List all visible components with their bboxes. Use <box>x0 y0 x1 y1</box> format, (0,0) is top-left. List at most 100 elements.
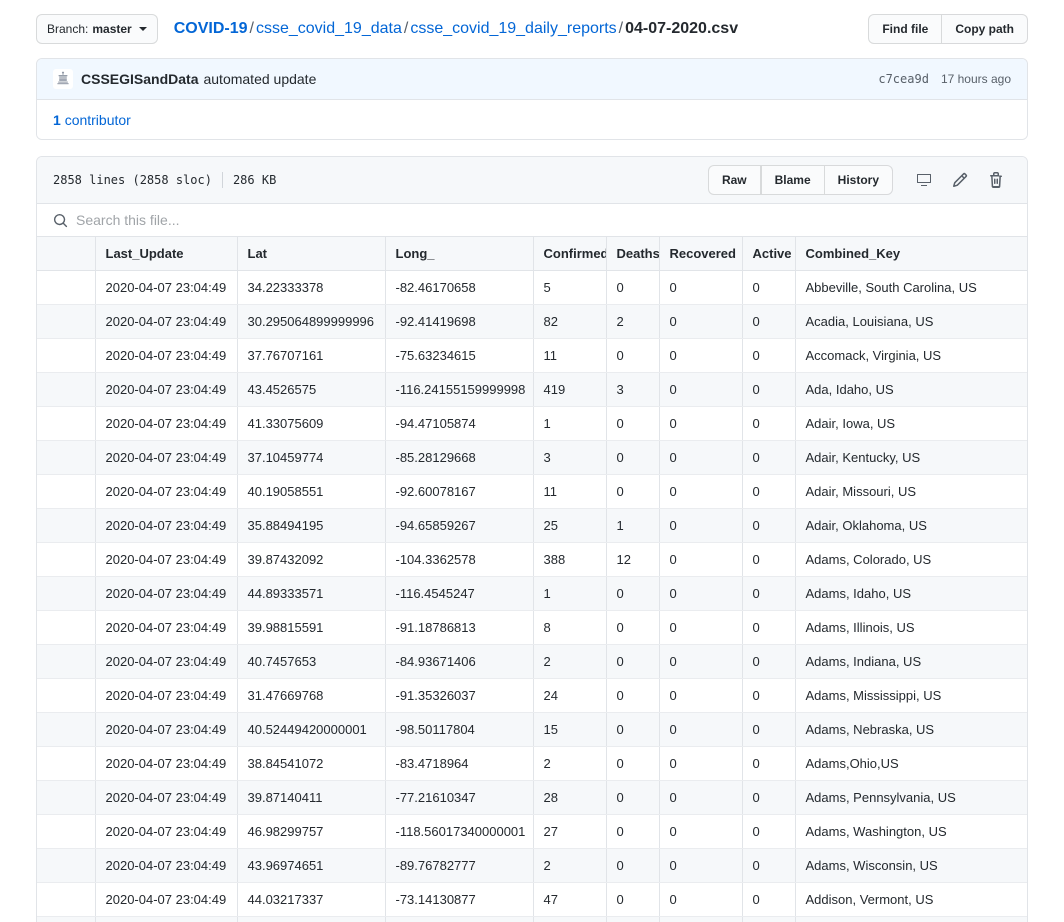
cell-recovered: 0 <box>659 747 742 781</box>
cell-combined-key: Adams, Idaho, US <box>795 577 1027 611</box>
breadcrumb: COVID-19/csse_covid_19_data/csse_covid_1… <box>174 17 869 41</box>
cell-deaths: 0 <box>606 815 659 849</box>
commit-message[interactable]: automated update <box>203 71 316 87</box>
cell-recovered: 0 <box>659 509 742 543</box>
cell-lat: 37.10459774 <box>237 441 385 475</box>
table-row: 2020-04-07 23:04:4943.96974651-89.767827… <box>37 849 1027 883</box>
cell-last-update: 2020-04-07 23:04:49 <box>95 475 237 509</box>
cell-confirmed: 1 <box>533 407 606 441</box>
blame-button[interactable]: Blame <box>761 165 825 195</box>
cell-recovered: 0 <box>659 577 742 611</box>
cell-combined-key: Adams, Mississippi, US <box>795 679 1027 713</box>
history-button[interactable]: History <box>825 165 893 195</box>
breadcrumb-filename: 04-07-2020.csv <box>625 20 738 37</box>
cell-lat: 33.54338026 <box>237 917 385 922</box>
cell-deaths: 0 <box>606 849 659 883</box>
column-header-active[interactable]: Active <box>742 237 795 271</box>
cell-lat: 39.87432092 <box>237 543 385 577</box>
commit-timestamp: 17 hours ago <box>941 72 1011 86</box>
chevron-down-icon <box>139 27 147 31</box>
cell-lat: 38.84541072 <box>237 747 385 781</box>
branch-selector-button[interactable]: Branch: master <box>36 14 158 44</box>
cell-lat: 46.98299757 <box>237 815 385 849</box>
csv-table: Last_Update Lat Long_ Confirmed Deaths R… <box>37 237 1027 922</box>
contributors-row: 1 contributor <box>37 99 1027 139</box>
cell-last-update: 2020-04-07 23:04:49 <box>95 815 237 849</box>
file-size: 286 KB <box>233 173 276 187</box>
commit-author-link[interactable]: CSSEGISandData <box>81 71 198 87</box>
cell-active: 0 <box>742 747 795 781</box>
commit-sha-link[interactable]: c7cea9d <box>878 72 929 86</box>
cell-recovered: 0 <box>659 815 742 849</box>
table-row: 2020-04-07 23:04:4937.76707161-75.632346… <box>37 339 1027 373</box>
column-header-combined-key[interactable]: Combined_Key <box>795 237 1027 271</box>
cell-active: 0 <box>742 373 795 407</box>
find-file-button[interactable]: Find file <box>868 14 942 44</box>
file-stats: 2858 lines (2858 sloc) 286 KB <box>53 172 276 188</box>
cell-lat: 39.87140411 <box>237 781 385 815</box>
cell-long: -104.3362578 <box>385 543 533 577</box>
cell-long: -84.93671406 <box>385 645 533 679</box>
column-header-last-update[interactable]: Last_Update <box>95 237 237 271</box>
cell-blank <box>37 543 95 577</box>
cell-long: -75.63234615 <box>385 339 533 373</box>
column-header-lat[interactable]: Lat <box>237 237 385 271</box>
cell-confirmed: 47 <box>533 883 606 917</box>
cell-active: 0 <box>742 305 795 339</box>
column-header-recovered[interactable]: Recovered <box>659 237 742 271</box>
cell-deaths: 0 <box>606 475 659 509</box>
contributor-label: contributor <box>65 112 131 128</box>
breadcrumb-separator: / <box>617 20 625 37</box>
cell-active: 0 <box>742 543 795 577</box>
column-header-long[interactable]: Long_ <box>385 237 533 271</box>
contributors-link[interactable]: 1 contributor <box>53 112 131 128</box>
cell-last-update: 2020-04-07 23:04:49 <box>95 645 237 679</box>
cell-last-update: 2020-04-07 23:04:49 <box>95 407 237 441</box>
branch-prefix-label: Branch: <box>47 19 88 39</box>
raw-button[interactable]: Raw <box>708 165 761 195</box>
cell-recovered: 0 <box>659 373 742 407</box>
cell-long: -92.60078167 <box>385 475 533 509</box>
cell-combined-key: Addison, Vermont, US <box>795 883 1027 917</box>
cell-active: 0 <box>742 781 795 815</box>
cell-combined-key: Adair, Oklahoma, US <box>795 509 1027 543</box>
cell-active: 0 <box>742 849 795 883</box>
pencil-icon[interactable] <box>945 165 975 195</box>
cell-active: 0 <box>742 441 795 475</box>
cell-blank <box>37 441 95 475</box>
avatar[interactable] <box>53 69 73 89</box>
cell-active: 0 <box>742 577 795 611</box>
file-search-bar[interactable] <box>37 204 1027 237</box>
cell-long: -91.35326037 <box>385 679 533 713</box>
cell-confirmed: 2 <box>533 645 606 679</box>
table-row: 2020-04-07 23:04:4935.88494195-94.658592… <box>37 509 1027 543</box>
cell-confirmed: 5 <box>533 271 606 305</box>
search-input[interactable] <box>76 212 1011 228</box>
table-row: 2020-04-07 23:04:4944.03217337-73.141308… <box>37 883 1027 917</box>
cell-active: 0 <box>742 475 795 509</box>
cell-deaths: 2 <box>606 305 659 339</box>
column-header-deaths[interactable]: Deaths <box>606 237 659 271</box>
cell-active: 0 <box>742 407 795 441</box>
breadcrumb-repo-link[interactable]: COVID-19 <box>174 20 248 37</box>
cell-combined-key: Adams, Indiana, US <box>795 645 1027 679</box>
cell-deaths: 0 <box>606 781 659 815</box>
column-header-blank[interactable] <box>37 237 95 271</box>
cell-deaths: 12 <box>606 543 659 577</box>
copy-path-button[interactable]: Copy path <box>942 14 1028 44</box>
cell-active: 0 <box>742 713 795 747</box>
cell-deaths: 0 <box>606 271 659 305</box>
trash-icon[interactable] <box>981 165 1011 195</box>
breadcrumb-dir-link-2[interactable]: csse_covid_19_daily_reports <box>410 20 616 37</box>
cell-last-update: 2020-04-07 23:04:49 <box>95 679 237 713</box>
cell-last-update: 2020-04-07 23:04:49 <box>95 373 237 407</box>
desktop-icon[interactable] <box>909 165 939 195</box>
breadcrumb-dir-link-1[interactable]: csse_covid_19_data <box>256 20 402 37</box>
column-header-confirmed[interactable]: Confirmed <box>533 237 606 271</box>
cell-confirmed: 11 <box>533 339 606 373</box>
cell-last-update: 2020-04-07 23:04:49 <box>95 339 237 373</box>
cell-last-update: 2020-04-07 23:04:49 <box>95 305 237 339</box>
cell-combined-key: Adams, Wisconsin, US <box>795 849 1027 883</box>
file-navigation: Branch: master COVID-19/csse_covid_19_da… <box>36 0 1028 58</box>
table-row: 2020-04-07 23:04:4940.7457653-84.9367140… <box>37 645 1027 679</box>
